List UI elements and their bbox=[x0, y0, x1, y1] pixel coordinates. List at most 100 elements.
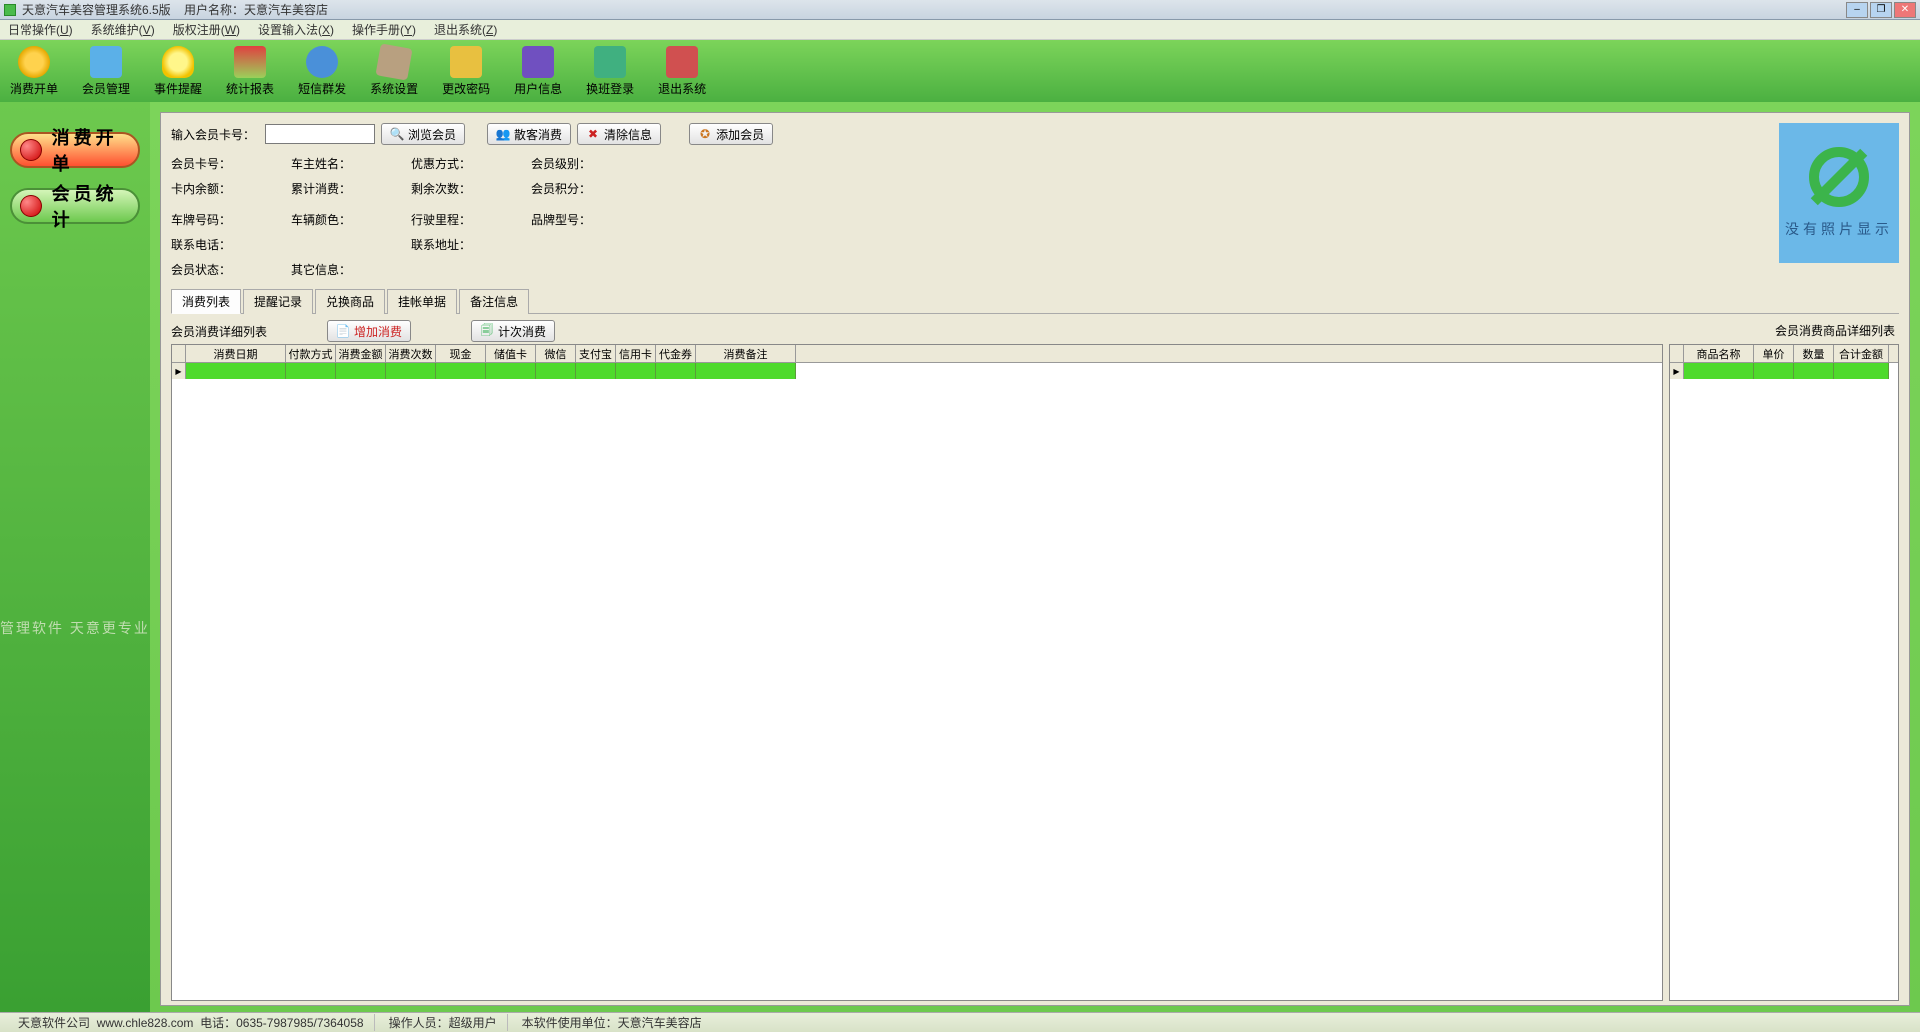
browse-member-button[interactable]: 🔍浏览会员 bbox=[381, 123, 465, 145]
column-header[interactable]: 单价 bbox=[1754, 345, 1794, 362]
status-unit: 本软件使用单位：天意汽车美容店 bbox=[512, 1014, 712, 1031]
row-marker-icon bbox=[172, 363, 186, 379]
add-member-button[interactable]: ✪添加会员 bbox=[689, 123, 773, 145]
toolbar-btn-key[interactable]: 更改密码 bbox=[442, 46, 490, 97]
sidebar-slogan: 管理软件 天意更专业 bbox=[0, 618, 150, 638]
consume-table[interactable]: 消费日期付款方式消费金额消费次数现金储值卡微信支付宝信用卡代金券消费备注 bbox=[171, 344, 1663, 1001]
tab[interactable]: 兑换商品 bbox=[315, 289, 385, 314]
table-cell bbox=[436, 363, 486, 379]
toolbar-btn-bulb[interactable]: 事件提醒 bbox=[154, 46, 202, 97]
sidebar: 消费开单 会员统计 管理软件 天意更专业 bbox=[0, 102, 150, 1012]
toolbar-btn-user[interactable]: 用户信息 bbox=[514, 46, 562, 97]
toolbar: 消费开单会员管理事件提醒统计报表短信群发系统设置更改密码用户信息换班登录退出系统 bbox=[0, 40, 1920, 102]
menu-item[interactable]: 退出系统(Z) bbox=[434, 21, 497, 38]
goods-table[interactable]: 商品名称单价数量合计金额 bbox=[1669, 344, 1899, 1001]
table-cell bbox=[1834, 363, 1889, 379]
dot-icon bbox=[20, 195, 42, 217]
column-header[interactable]: 数量 bbox=[1794, 345, 1834, 362]
coins-icon bbox=[18, 46, 50, 78]
right-list-title: 会员消费商品详细列表 bbox=[1775, 322, 1899, 339]
menu-item[interactable]: 设置输入法(X) bbox=[258, 21, 334, 38]
card-number-input[interactable] bbox=[265, 124, 375, 144]
status-bar: 天意软件公司 www.chle828.com 电话：0635-7987985/7… bbox=[0, 1012, 1920, 1032]
main-panel: 输入会员卡号： 🔍浏览会员 👥散客消费 ✖清除信息 ✪添加会员 会员卡号：车主姓… bbox=[160, 112, 1910, 1006]
menu-item[interactable]: 版权注册(W) bbox=[173, 21, 240, 38]
toolbar-btn-exit[interactable]: 退出系统 bbox=[658, 46, 706, 97]
column-header[interactable]: 微信 bbox=[536, 345, 576, 362]
sidebar-btn-consume[interactable]: 消费开单 bbox=[10, 132, 140, 168]
column-header[interactable]: 代金券 bbox=[656, 345, 696, 362]
window-title: 天意汽车美容管理系统6.5版 用户名称：天意汽车美容店 bbox=[22, 1, 1846, 18]
table-cell bbox=[286, 363, 336, 379]
chart-icon bbox=[234, 46, 266, 78]
tab[interactable]: 挂帐单据 bbox=[387, 289, 457, 314]
table-cell bbox=[186, 363, 286, 379]
exit-icon bbox=[666, 46, 698, 78]
column-header[interactable]: 付款方式 bbox=[286, 345, 336, 362]
table-cell bbox=[486, 363, 536, 379]
table-cell bbox=[336, 363, 386, 379]
guest-consume-button[interactable]: 👥散客消费 bbox=[487, 123, 571, 145]
close-button[interactable]: ✕ bbox=[1894, 2, 1916, 18]
doc-icon: 📄 bbox=[336, 324, 350, 338]
menu-item[interactable]: 操作手册(Y) bbox=[352, 21, 416, 38]
column-header[interactable]: 商品名称 bbox=[1684, 345, 1754, 362]
people-icon bbox=[90, 46, 122, 78]
toolbar-btn-sms[interactable]: 短信群发 bbox=[298, 46, 346, 97]
toolbar-btn-coins[interactable]: 消费开单 bbox=[10, 46, 58, 97]
menu-item[interactable]: 日常操作(U) bbox=[8, 21, 73, 38]
row-marker-icon bbox=[1670, 363, 1684, 379]
no-photo-text: 没有照片显示 bbox=[1785, 219, 1893, 239]
status-company: 天意软件公司 www.chle828.com 电话：0635-7987985/7… bbox=[8, 1014, 375, 1031]
count-consume-button[interactable]: 🗐计次消费 bbox=[471, 320, 555, 342]
copy-icon: 🗐 bbox=[480, 324, 494, 338]
menu-item[interactable]: 系统维护(V) bbox=[91, 21, 155, 38]
member-info-grid: 会员卡号：车主姓名：优惠方式：会员级别： 卡内余额：累计消费：剩余次数：会员积分… bbox=[171, 155, 1899, 278]
left-list-title: 会员消费详细列表 bbox=[171, 323, 267, 340]
toolbar-btn-settings[interactable]: 系统设置 bbox=[370, 46, 418, 97]
column-header[interactable]: 支付宝 bbox=[576, 345, 616, 362]
table-cell bbox=[386, 363, 436, 379]
table-cell bbox=[576, 363, 616, 379]
toolbar-btn-swap[interactable]: 换班登录 bbox=[586, 46, 634, 97]
settings-icon bbox=[376, 43, 413, 80]
column-header[interactable]: 现金 bbox=[436, 345, 486, 362]
tab[interactable]: 消费列表 bbox=[171, 289, 241, 314]
column-header[interactable]: 信用卡 bbox=[616, 345, 656, 362]
column-header[interactable]: 合计金额 bbox=[1834, 345, 1889, 362]
status-operator: 操作人员：超级用户 bbox=[379, 1014, 508, 1031]
table-cell bbox=[1794, 363, 1834, 379]
dot-icon bbox=[20, 139, 42, 161]
no-photo-icon bbox=[1809, 147, 1869, 207]
column-header[interactable]: 储值卡 bbox=[486, 345, 536, 362]
column-header[interactable]: 消费日期 bbox=[186, 345, 286, 362]
toolbar-btn-chart[interactable]: 统计报表 bbox=[226, 46, 274, 97]
tab-bar: 消费列表提醒记录兑换商品挂帐单据备注信息 bbox=[171, 288, 1899, 314]
table-cell bbox=[696, 363, 796, 379]
column-header[interactable]: 消费备注 bbox=[696, 345, 796, 362]
sidebar-btn-member-stats[interactable]: 会员统计 bbox=[10, 188, 140, 224]
add-consume-button[interactable]: 📄增加消费 bbox=[327, 320, 411, 342]
sms-icon bbox=[306, 46, 338, 78]
app-icon bbox=[4, 4, 16, 16]
maximize-button[interactable]: ❐ bbox=[1870, 2, 1892, 18]
key-icon bbox=[450, 46, 482, 78]
tab[interactable]: 备注信息 bbox=[459, 289, 529, 314]
table-cell bbox=[616, 363, 656, 379]
add-icon: ✪ bbox=[698, 127, 712, 141]
column-header[interactable]: 消费金额 bbox=[336, 345, 386, 362]
clear-info-button[interactable]: ✖清除信息 bbox=[577, 123, 661, 145]
column-header[interactable]: 消费次数 bbox=[386, 345, 436, 362]
minimize-button[interactable]: – bbox=[1846, 2, 1868, 18]
member-photo-box: 没有照片显示 bbox=[1779, 123, 1899, 263]
card-input-label: 输入会员卡号： bbox=[171, 126, 255, 143]
table-cell bbox=[656, 363, 696, 379]
table-cell bbox=[1684, 363, 1754, 379]
bulb-icon bbox=[162, 46, 194, 78]
swap-icon bbox=[594, 46, 626, 78]
toolbar-btn-people[interactable]: 会员管理 bbox=[82, 46, 130, 97]
title-bar: 天意汽车美容管理系统6.5版 用户名称：天意汽车美容店 – ❐ ✕ bbox=[0, 0, 1920, 20]
menu-bar: 日常操作(U) 系统维护(V) 版权注册(W) 设置输入法(X) 操作手册(Y) 退出系统… bbox=[0, 20, 1920, 40]
guest-icon: 👥 bbox=[496, 127, 510, 141]
tab[interactable]: 提醒记录 bbox=[243, 289, 313, 314]
